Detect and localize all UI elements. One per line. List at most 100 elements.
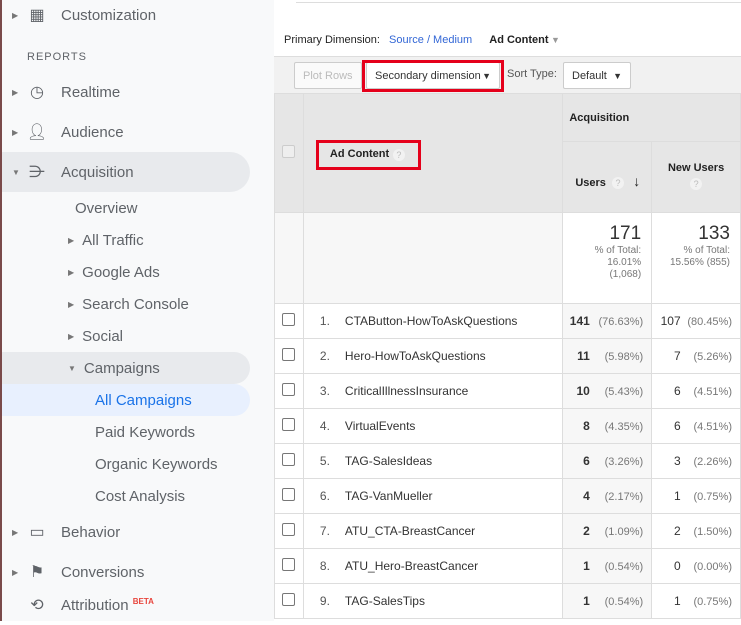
users-pct: (0.54%): [604, 561, 644, 573]
reports-heading: REPORTS: [27, 51, 87, 63]
table-row: 9. TAG-SalesTips 1 (0.54%) 1 (0.75%): [274, 583, 741, 619]
ad-content-link[interactable]: TAG-VanMueller: [345, 489, 433, 503]
users-value: 11: [577, 349, 590, 363]
row-checkbox[interactable]: [282, 523, 296, 536]
sidebar: ▶ ▦ Customization REPORTS ▶ ◷ Realtime ▶ 👤︎ Au…: [0, 0, 274, 621]
caret-right-icon: ▶: [68, 331, 75, 341]
caret-right-icon: ▶: [12, 567, 19, 577]
row-number: 6.: [319, 489, 330, 503]
sidebar-item-acquisition[interactable]: ▼ ⋺ Acquisition: [2, 152, 250, 192]
table-row: 1. CTAButton-HowToAskQuestions 141 (76.63…: [274, 303, 741, 339]
users-value: 2: [583, 524, 590, 538]
sidebar-item-cost-analysis[interactable]: Cost Analysis: [95, 480, 185, 512]
row-number: 4.: [319, 419, 330, 433]
totals-row: 171 % of Total: 16.01% (1,068) 133 % of …: [274, 212, 741, 304]
new-users-value: 0: [673, 559, 681, 573]
users-pct-total: 16.01%: [607, 257, 642, 268]
ad-content-dimension[interactable]: Ad Content: [489, 34, 548, 46]
row-checkbox[interactable]: [282, 488, 296, 501]
primary-dimension-bar: Primary Dimension: Source / Medium Ad Co…: [284, 34, 560, 46]
users-pct: (2.17%): [604, 491, 644, 503]
sidebar-item-behavior[interactable]: ▶ ▭ Behavior: [2, 512, 250, 552]
ad-content-link[interactable]: TAG-SalesTips: [345, 594, 425, 608]
row-number: 2.: [319, 349, 330, 363]
row-number: 9.: [319, 594, 330, 608]
acquisition-group-header: Acquisition: [562, 93, 741, 142]
sidebar-item-overview[interactable]: Overview: [75, 192, 138, 224]
sidebar-item-attribution[interactable]: ⟲ Attribution BETA: [2, 585, 250, 625]
pct-label: % of Total:: [594, 245, 642, 256]
row-checkbox[interactable]: [282, 593, 296, 606]
sidebar-item-search-console[interactable]: ▶ Search Console: [68, 288, 189, 320]
sidebar-item-all-traffic[interactable]: ▶ All Traffic: [68, 224, 144, 256]
sidebar-item-google-ads[interactable]: ▶ Google Ads: [68, 256, 160, 288]
row-checkbox[interactable]: [282, 558, 296, 571]
ad-content-link[interactable]: ATU_Hero-BreastCancer: [345, 559, 478, 573]
flag-icon: ⚑: [29, 564, 45, 581]
caret-down-icon: ▼: [68, 363, 76, 373]
select-all-checkbox[interactable]: [282, 145, 296, 158]
users-pct: (76.63%): [598, 316, 644, 328]
acquisition-icon: ⋺: [29, 164, 45, 181]
ad-content-link[interactable]: VirtualEvents: [345, 419, 415, 433]
beta-badge: BETA: [132, 596, 154, 606]
users-header[interactable]: Users ? ↓: [562, 141, 653, 213]
users-grand-total: (1,068): [609, 269, 642, 280]
new-users-pct: (0.00%): [693, 561, 732, 573]
users-pct: (0.54%): [604, 596, 644, 608]
row-checkbox[interactable]: [282, 418, 296, 431]
total-users: 171: [609, 223, 642, 244]
users-pct: (5.43%): [604, 386, 644, 398]
report-table: Ad Content ? Acquisition Users ? ↓ New U…: [274, 93, 741, 619]
new-users-value: 3: [673, 454, 681, 468]
users-pct: (5.98%): [604, 351, 644, 363]
ad-content-link[interactable]: Hero-HowToAskQuestions: [345, 349, 486, 363]
row-number: 1.: [319, 314, 330, 328]
row-number: 5.: [319, 454, 330, 468]
caret-right-icon: ▶: [12, 127, 19, 137]
highlight-box: [315, 140, 421, 170]
plot-rows-button[interactable]: Plot Rows: [294, 62, 362, 89]
row-checkbox[interactable]: [282, 453, 296, 466]
ad-content-header[interactable]: Ad Content ?: [302, 93, 564, 213]
caret-right-icon: ▶: [12, 87, 19, 97]
sidebar-item-realtime[interactable]: ▶ ◷ Realtime: [2, 72, 250, 112]
users-value: 141: [569, 314, 590, 328]
sidebar-item-audience[interactable]: ▶ 👤︎ Audience: [2, 112, 250, 152]
new-users-value: 2: [673, 524, 681, 538]
attribution-icon: ⟲: [30, 597, 44, 614]
caret-down-icon: ▼: [12, 167, 20, 177]
person-icon: 👤︎: [26, 124, 48, 141]
sidebar-item-paid-keywords[interactable]: Paid Keywords: [95, 416, 195, 448]
help-icon[interactable]: ?: [690, 178, 703, 190]
new-users-pct: (5.26%): [693, 351, 732, 363]
new-users-value: 107: [660, 314, 681, 328]
caret-down-icon: ▼: [613, 70, 622, 81]
users-pct: (1.09%): [604, 526, 644, 538]
new-users-header[interactable]: New Users?: [651, 141, 741, 213]
ad-content-link[interactable]: ATU_CTA-BreastCancer: [345, 524, 475, 538]
row-checkbox[interactable]: [282, 348, 296, 361]
caret-right-icon: ▶: [68, 299, 75, 309]
sidebar-item-organic-keywords[interactable]: Organic Keywords: [95, 448, 218, 480]
new-users-pct: (1.50%): [693, 526, 732, 538]
help-icon[interactable]: ?: [612, 177, 625, 189]
sidebar-item-customization[interactable]: ▶ ▦ Customization: [2, 0, 250, 35]
ad-content-link[interactable]: TAG-SalesIdeas: [345, 454, 432, 468]
behavior-window-icon: ▭: [29, 524, 45, 541]
users-value: 4: [583, 489, 590, 503]
ad-content-link[interactable]: CTAButton-HowToAskQuestions: [345, 314, 518, 328]
sidebar-item-social[interactable]: ▶ Social: [68, 320, 123, 352]
row-checkbox[interactable]: [282, 383, 296, 396]
pct-label: % of Total:: [683, 245, 730, 256]
sidebar-item-campaigns[interactable]: ▼ Campaigns: [68, 352, 160, 384]
source-medium-link[interactable]: Source / Medium: [389, 34, 472, 46]
ad-content-link[interactable]: CriticalIllnessInsurance: [345, 384, 468, 398]
new-users-pct: (2.26%): [693, 456, 732, 468]
row-checkbox[interactable]: [282, 313, 296, 326]
table-row: 2. Hero-HowToAskQuestions 11 (5.98%) 7 (5…: [274, 338, 741, 374]
sort-type-dropdown[interactable]: Default ▼: [563, 62, 631, 89]
sidebar-item-all-campaigns[interactable]: All Campaigns: [95, 384, 192, 416]
sort-descending-icon: ↓: [633, 173, 641, 189]
new-users-pct: (0.75%): [693, 596, 732, 608]
